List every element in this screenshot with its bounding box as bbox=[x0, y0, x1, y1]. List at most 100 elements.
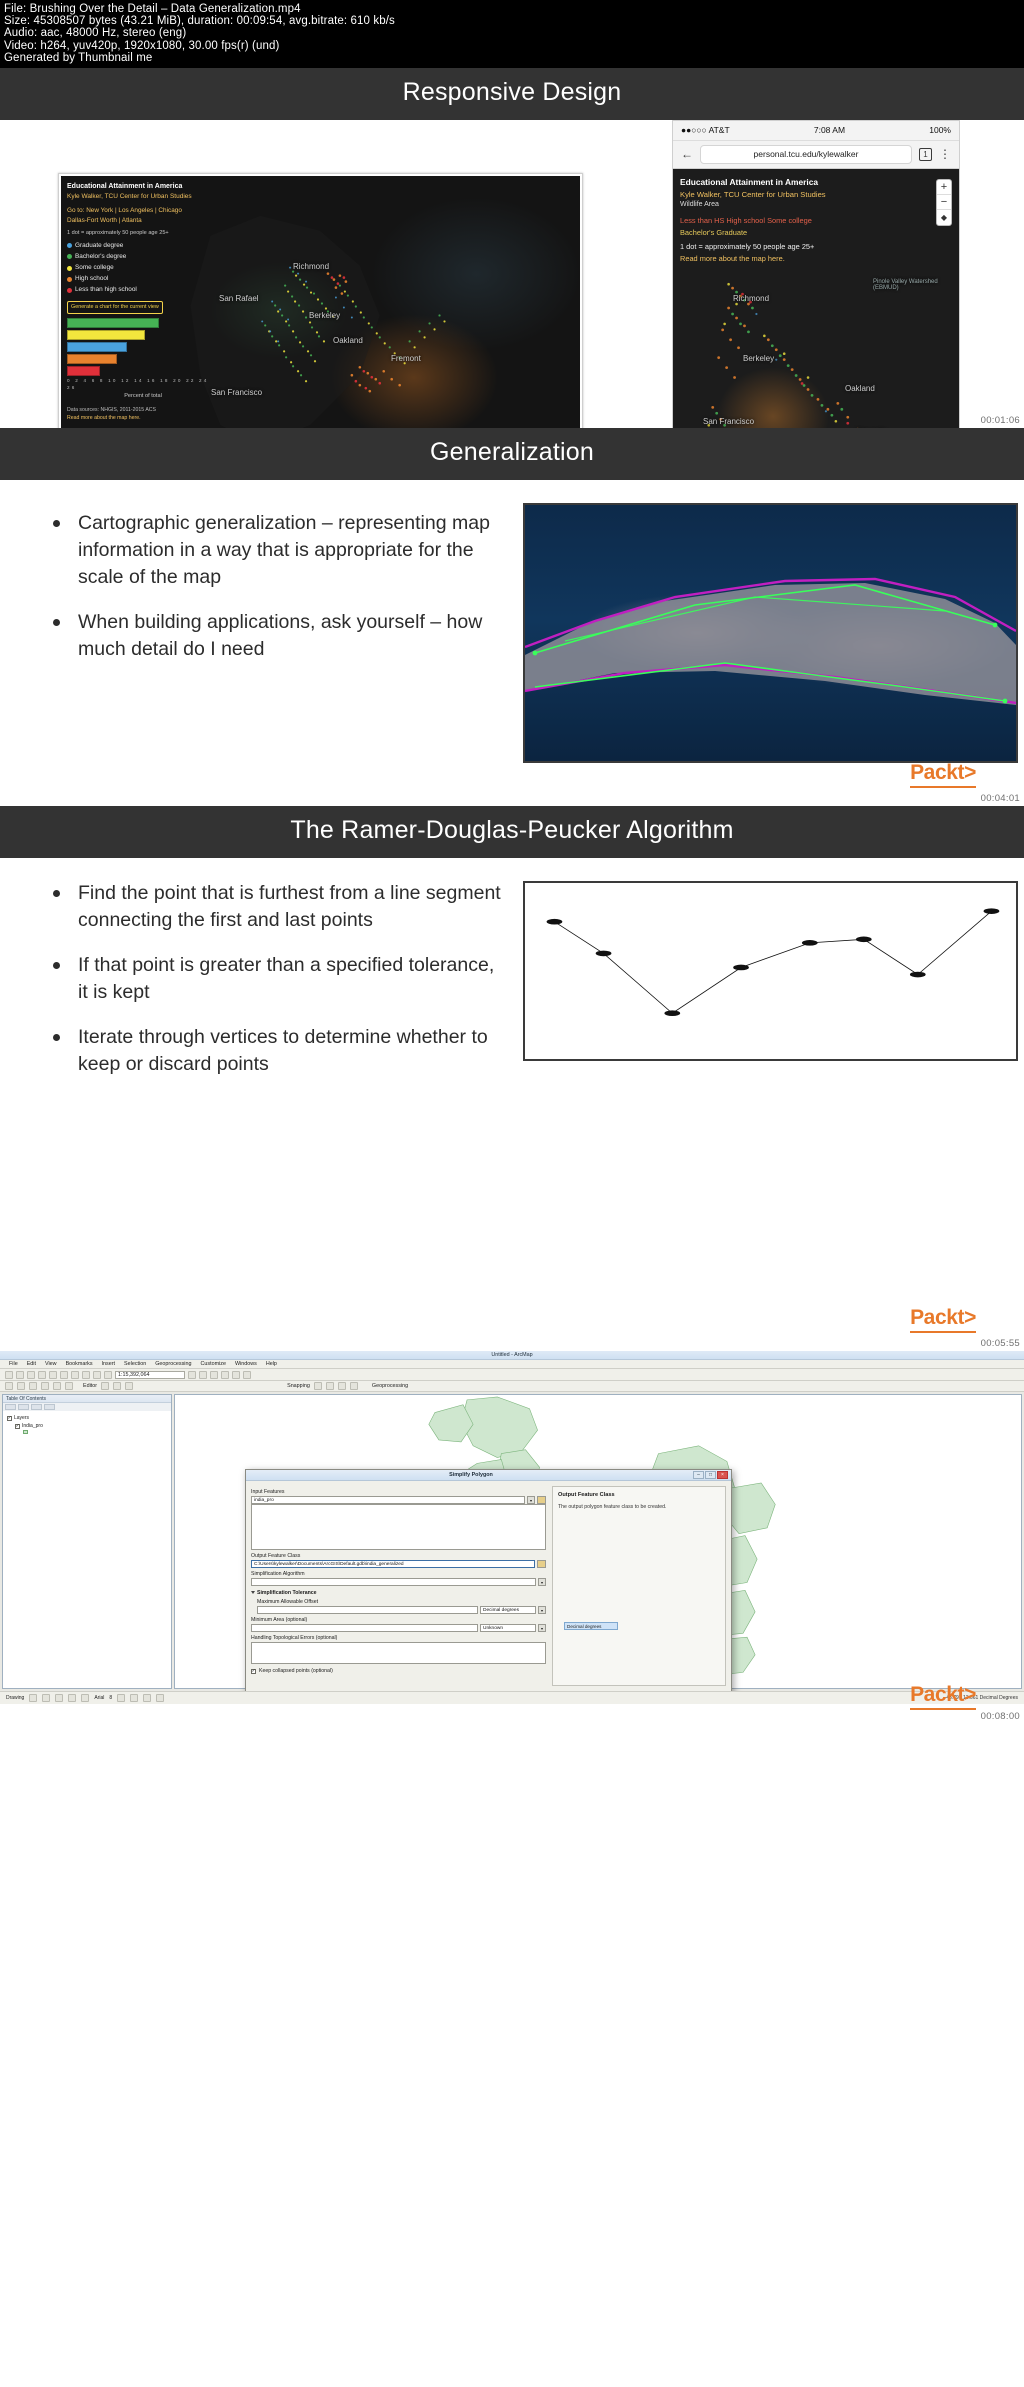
draw-text-icon[interactable] bbox=[81, 1694, 90, 1703]
minimum-area-field[interactable] bbox=[251, 1624, 478, 1633]
back-arrow-icon[interactable]: ← bbox=[681, 147, 693, 161]
simplify-polygon-dialog[interactable]: Simplify Polygon – □ × Input Features in… bbox=[245, 1469, 732, 1705]
model-builder-icon[interactable] bbox=[243, 1370, 251, 1379]
compass-icon[interactable]: ◆ bbox=[937, 210, 951, 225]
keep-collapsed-points-checkbox[interactable]: ✓ bbox=[251, 1668, 256, 1674]
minimum-area-units-field[interactable]: Unknown bbox=[480, 1624, 536, 1633]
toc-layer-india[interactable]: ✓ India_pro bbox=[7, 1422, 167, 1430]
tabs-count-icon[interactable]: 1 bbox=[919, 147, 932, 161]
browse-folder-icon[interactable] bbox=[537, 1496, 546, 1505]
browse-folder-icon[interactable] bbox=[537, 1560, 546, 1569]
drawing-menu[interactable]: Drawing bbox=[6, 1695, 24, 1701]
editor-menu[interactable]: Editor bbox=[83, 1383, 97, 1389]
print-icon[interactable] bbox=[38, 1370, 46, 1379]
catalog-icon[interactable] bbox=[199, 1370, 207, 1379]
menu-edit[interactable]: Edit bbox=[27, 1361, 36, 1367]
font-size-combo[interactable]: 8 bbox=[109, 1695, 112, 1701]
edit-vertices-icon[interactable] bbox=[113, 1382, 122, 1391]
font-family-combo[interactable]: Arial bbox=[94, 1695, 104, 1701]
toolbox-icon[interactable] bbox=[221, 1370, 229, 1379]
draw-shape-icon[interactable] bbox=[42, 1694, 51, 1703]
generate-chart-button[interactable]: Generate a chart for the current view bbox=[67, 300, 163, 314]
draw-line-icon[interactable] bbox=[68, 1694, 77, 1703]
toc-tab-source[interactable] bbox=[18, 1404, 29, 1411]
snapping-menu[interactable]: Snapping bbox=[287, 1383, 310, 1389]
zoom-in-icon[interactable] bbox=[5, 1382, 13, 1391]
menu-bookmarks[interactable]: Bookmarks bbox=[66, 1361, 93, 1367]
snap-point-icon[interactable] bbox=[313, 1382, 322, 1391]
map-zoom-controls[interactable]: + − ◆ bbox=[936, 178, 952, 226]
geoprocessing-menu[interactable]: Geoprocessing bbox=[372, 1383, 408, 1389]
input-features-field[interactable]: india_pro bbox=[251, 1496, 525, 1505]
source-read-more-link[interactable]: Read more about the map here. bbox=[67, 415, 141, 421]
menu-windows[interactable]: Windows bbox=[235, 1361, 257, 1367]
open-doc-icon[interactable] bbox=[16, 1370, 24, 1379]
bold-icon[interactable] bbox=[117, 1694, 126, 1703]
chevron-down-icon[interactable]: ▾ bbox=[538, 1624, 546, 1633]
menu-file[interactable]: File bbox=[9, 1361, 18, 1367]
draw-select-icon[interactable] bbox=[29, 1694, 38, 1703]
identify-icon[interactable] bbox=[53, 1382, 61, 1391]
menu-customize[interactable]: Customize bbox=[200, 1361, 225, 1367]
layer-checkbox[interactable]: ✓ bbox=[7, 1415, 12, 1421]
url-input[interactable]: personal.tcu.edu/kylewalker bbox=[700, 144, 912, 164]
toc-group-layers[interactable]: ✓ Layers bbox=[7, 1414, 167, 1422]
menu-selection[interactable]: Selection bbox=[124, 1361, 146, 1367]
chevron-down-icon[interactable]: ▾ bbox=[527, 1496, 535, 1505]
edit-tool-icon[interactable] bbox=[101, 1382, 110, 1391]
zoom-in-button[interactable]: + bbox=[937, 180, 951, 195]
cut-icon[interactable] bbox=[49, 1370, 57, 1379]
full-extent-icon[interactable] bbox=[41, 1382, 49, 1391]
sketch-icon[interactable] bbox=[125, 1382, 134, 1391]
search-icon[interactable] bbox=[210, 1370, 218, 1379]
chevron-down-icon[interactable]: ▾ bbox=[538, 1606, 546, 1615]
new-doc-icon[interactable] bbox=[5, 1370, 13, 1379]
overflow-menu-icon[interactable]: ⋮ bbox=[939, 147, 951, 161]
draw-fill-icon[interactable] bbox=[55, 1694, 64, 1703]
simplification-algorithm-field[interactable] bbox=[251, 1578, 536, 1587]
chevron-down-icon[interactable]: ▾ bbox=[538, 1578, 546, 1587]
goto-city-links[interactable]: New York | Los Angeles | Chicago bbox=[86, 207, 182, 214]
max-allowable-offset-field[interactable] bbox=[257, 1606, 478, 1615]
handling-errors-list[interactable] bbox=[251, 1642, 546, 1665]
snap-vertex-icon[interactable] bbox=[337, 1382, 346, 1391]
add-data-icon[interactable] bbox=[188, 1370, 196, 1379]
python-window-icon[interactable] bbox=[232, 1370, 240, 1379]
toc-tab-drawing-order[interactable] bbox=[5, 1404, 16, 1411]
measure-icon[interactable] bbox=[65, 1382, 73, 1391]
layer-checkbox[interactable]: ✓ bbox=[15, 1423, 20, 1429]
menu-geoprocessing[interactable]: Geoprocessing bbox=[155, 1361, 191, 1367]
redo-icon[interactable] bbox=[104, 1370, 112, 1379]
toc-tab-selection[interactable] bbox=[44, 1404, 55, 1411]
expander-triangle-icon[interactable] bbox=[251, 1590, 255, 1596]
underline-icon[interactable] bbox=[143, 1694, 152, 1703]
save-doc-icon[interactable] bbox=[27, 1370, 35, 1379]
font-color-icon[interactable] bbox=[156, 1694, 165, 1703]
snap-edge-icon[interactable] bbox=[349, 1382, 358, 1391]
keep-collapsed-points-row[interactable]: ✓ Keep collapsed points (optional) bbox=[251, 1668, 546, 1674]
input-features-list[interactable] bbox=[251, 1504, 546, 1551]
zoom-out-button[interactable]: − bbox=[937, 195, 951, 210]
simplification-tolerance-label: Simplification Tolerance bbox=[257, 1590, 317, 1597]
italic-icon[interactable] bbox=[130, 1694, 139, 1703]
goto-city-links-2[interactable]: Dallas-Fort Worth | Atlanta bbox=[67, 217, 142, 224]
menu-view[interactable]: View bbox=[45, 1361, 57, 1367]
close-button[interactable]: × bbox=[717, 1471, 728, 1480]
zoom-out-icon[interactable] bbox=[17, 1382, 25, 1391]
pan-icon[interactable] bbox=[29, 1382, 37, 1391]
undo-icon[interactable] bbox=[93, 1370, 101, 1379]
delete-icon[interactable] bbox=[82, 1370, 90, 1379]
copy-icon[interactable] bbox=[60, 1370, 68, 1379]
output-feature-class-field[interactable]: C:\Users\kylewalker\Documents\ArcGIS\Def… bbox=[251, 1560, 535, 1569]
snap-end-icon[interactable] bbox=[325, 1382, 334, 1391]
map-scale-combo[interactable]: 1:15,392,064 bbox=[115, 1370, 185, 1379]
toc-tab-visibility[interactable] bbox=[31, 1404, 42, 1411]
maximize-button[interactable]: □ bbox=[705, 1471, 716, 1480]
minimize-button[interactable]: – bbox=[693, 1471, 704, 1480]
menu-help[interactable]: Help bbox=[266, 1361, 277, 1367]
phone-read-more-link[interactable]: Read more about the map here. bbox=[680, 253, 862, 264]
offset-units-field[interactable]: Decimal degrees bbox=[480, 1606, 536, 1615]
simplification-tolerance-section[interactable]: Simplification Tolerance bbox=[251, 1590, 546, 1596]
menu-insert[interactable]: Insert bbox=[102, 1361, 115, 1367]
paste-icon[interactable] bbox=[71, 1370, 79, 1379]
